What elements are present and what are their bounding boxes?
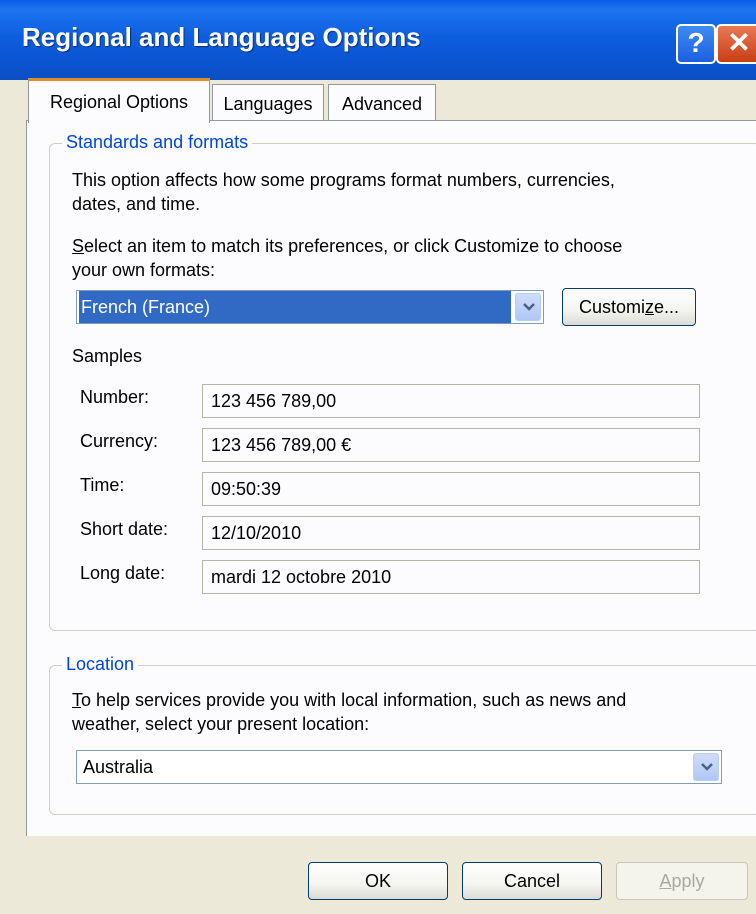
location-description-line1: To help services provide you with local … — [72, 688, 626, 712]
customize-label-post: e... — [654, 297, 680, 317]
chevron-down-icon[interactable] — [515, 293, 541, 321]
location-description: To help services provide you with local … — [72, 688, 626, 736]
sample-value-time: 09:50:39 — [202, 472, 700, 506]
standards-groupbox: Standards and formats This option affect… — [49, 132, 756, 631]
customize-access-key: z — [645, 297, 654, 317]
sample-label-time: Time: — [80, 475, 125, 495]
sample-value-number: 123 456 789,00 — [202, 384, 700, 418]
samples-heading: Samples — [72, 346, 143, 366]
tab-advanced[interactable]: Advanced — [328, 84, 436, 122]
tab-panel: Standards and formats This option affect… — [26, 120, 756, 836]
sample-label-currency: Currency: — [80, 431, 159, 451]
dialog-window: Regional and Language Options ? ✕ Region… — [0, 0, 756, 914]
sample-value-long-date: mardi 12 octobre 2010 — [202, 560, 700, 594]
location-select-value: Australia — [83, 757, 154, 777]
customize-button[interactable]: Customize... — [562, 288, 696, 326]
standards-description-line1: This option affects how some programs fo… — [72, 170, 615, 190]
chevron-down-icon[interactable] — [693, 753, 719, 781]
ok-button[interactable]: OK — [308, 862, 448, 900]
location-groupbox: Location To help services provide you wi… — [49, 654, 756, 815]
close-icon[interactable]: ✕ — [716, 24, 756, 64]
sample-label-number: Number: — [80, 387, 150, 407]
select-prompt-line1-rest: elect an item to match its preferences, … — [84, 236, 623, 256]
tab-strip: Regional Options Languages Advanced — [26, 78, 756, 123]
select-prompt-line1: Select an item to match its preferences,… — [72, 234, 622, 258]
apply-label-rest: pply — [671, 871, 705, 891]
select-prompt: Select an item to match its preferences,… — [72, 234, 622, 282]
apply-button[interactable]: Apply — [616, 862, 748, 900]
format-select[interactable]: French (France) — [76, 290, 544, 324]
sample-value-currency: 123 456 789,00 € — [202, 428, 700, 462]
apply-access-key: A — [659, 871, 672, 891]
format-select-value: French (France) — [79, 291, 511, 323]
customize-label-pre: Customi — [578, 297, 645, 317]
standards-legend: Standards and formats — [62, 132, 253, 153]
location-description-line2: weather, select your present location: — [72, 714, 370, 734]
title-bar[interactable]: Regional and Language Options ? ✕ — [0, 0, 756, 80]
standards-description-line2: dates, and time. — [72, 194, 201, 214]
tab-regional-options[interactable]: Regional Options — [28, 78, 210, 123]
sample-label-short-date: Short date: — [80, 519, 169, 539]
location-select[interactable]: Australia — [76, 750, 722, 784]
select-prompt-access-key: S — [72, 236, 85, 256]
help-icon[interactable]: ? — [676, 24, 716, 64]
sample-label-long-date: Long date: — [80, 563, 166, 583]
window-title: Regional and Language Options — [22, 22, 421, 52]
location-access-key: T — [72, 690, 81, 710]
location-legend: Location — [62, 654, 139, 675]
standards-description: This option affects how some programs fo… — [72, 168, 615, 216]
location-description-line1-rest: o help services provide you with local i… — [81, 690, 627, 710]
select-prompt-line2: your own formats: — [72, 260, 216, 280]
tab-languages[interactable]: Languages — [212, 84, 324, 122]
cancel-button[interactable]: Cancel — [462, 862, 602, 900]
sample-value-short-date: 12/10/2010 — [202, 516, 700, 550]
